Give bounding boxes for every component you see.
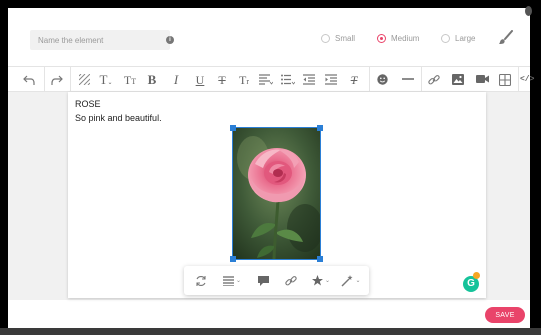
toolbar-divider [44, 67, 45, 93]
undo-icon[interactable] [20, 70, 38, 90]
rose-image[interactable] [232, 127, 321, 260]
info-icon[interactable]: i [166, 36, 174, 44]
size-option-large[interactable]: Large [441, 34, 475, 43]
size-option-label: Small [335, 34, 356, 43]
horizontal-rule-icon[interactable] [399, 70, 417, 90]
formatting-toolbar: T⌄ TT B I U T Tr T </> [8, 66, 534, 93]
resize-handle-top-left[interactable] [230, 125, 236, 131]
bottom-bar [0, 328, 541, 335]
content-heading: ROSE [75, 99, 101, 109]
strikethrough-icon[interactable]: T [214, 70, 230, 90]
caption-icon[interactable] [252, 270, 274, 291]
table-icon[interactable] [496, 70, 514, 90]
content-paragraph: So pink and beautiful. [75, 113, 162, 123]
italic-icon[interactable]: I [168, 70, 184, 90]
clear-format-icon[interactable]: T [345, 70, 363, 90]
video-icon[interactable] [473, 70, 491, 90]
resize-handle-bottom-right[interactable] [317, 256, 323, 262]
underline-icon[interactable]: U [192, 70, 208, 90]
size-option-small[interactable]: Small [321, 34, 355, 43]
redo-icon[interactable] [48, 70, 66, 90]
text-transform-icon[interactable]: Tr [235, 70, 253, 90]
text-size-icon[interactable]: TT [119, 70, 141, 90]
notification-badge [473, 272, 480, 279]
size-option-label: Medium [391, 34, 420, 43]
radio-icon [441, 34, 450, 43]
rose-photo [233, 128, 320, 259]
brush-icon[interactable] [498, 30, 514, 49]
radio-icon [321, 34, 330, 43]
link-icon[interactable] [425, 70, 443, 90]
resize-handle-bottom-left[interactable] [230, 256, 236, 262]
indent-icon[interactable] [323, 70, 339, 90]
effects-icon[interactable]: ⌄ [338, 270, 364, 291]
background-pattern-icon[interactable] [76, 70, 92, 90]
size-option-label: Large [455, 34, 476, 43]
align-icon[interactable] [256, 70, 276, 90]
code-view-icon[interactable]: </> [520, 70, 534, 90]
radio-selected-icon [377, 34, 386, 43]
link-icon[interactable] [280, 270, 302, 291]
toolbar-divider [518, 67, 519, 93]
list-icon[interactable] [278, 70, 298, 90]
element-name-input[interactable] [30, 30, 170, 50]
resize-handle-top-right[interactable] [317, 125, 323, 131]
emoji-icon[interactable] [373, 70, 391, 90]
replace-icon[interactable] [190, 270, 212, 291]
text-color-icon[interactable]: T⌄ [95, 70, 117, 90]
image-icon[interactable] [449, 70, 467, 90]
window-dot [525, 6, 532, 16]
size-option-medium[interactable]: Medium [377, 34, 419, 43]
toolbar-divider [421, 67, 422, 93]
save-button[interactable]: SAVE [485, 307, 525, 323]
align-icon[interactable]: ⌄ [219, 270, 245, 291]
bold-icon[interactable]: B [144, 70, 160, 90]
outdent-icon[interactable] [301, 70, 317, 90]
toolbar-divider [70, 67, 71, 93]
toolbar-divider [369, 67, 370, 93]
image-toolbar: ⌄ ⌄ ⌄ [184, 266, 369, 295]
element-options-row: i Small Medium Large [8, 24, 530, 56]
style-icon[interactable]: ⌄ [308, 270, 334, 291]
